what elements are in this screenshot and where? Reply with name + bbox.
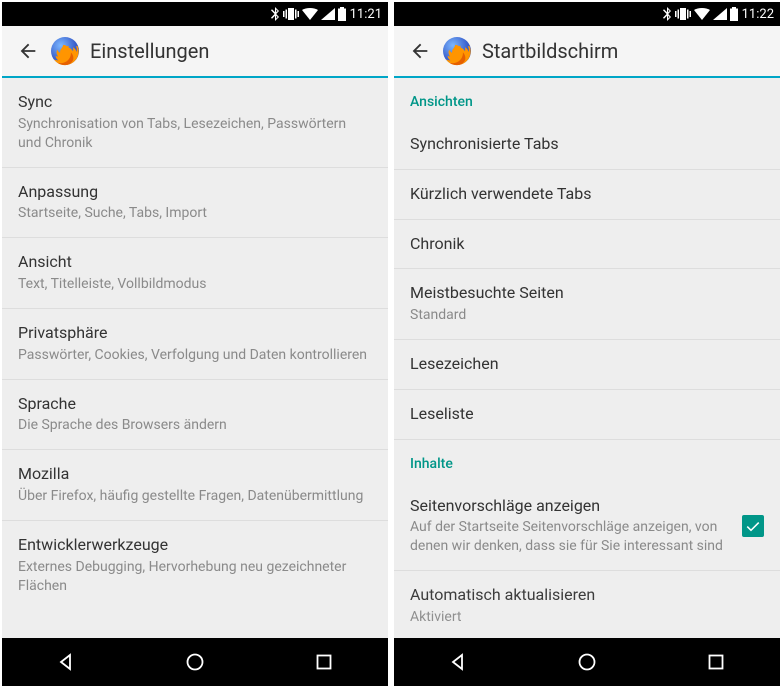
- nav-bar: [394, 638, 780, 686]
- back-button[interactable]: [14, 37, 42, 65]
- status-icons: [662, 7, 738, 21]
- action-bar: Startbildschirm: [394, 26, 780, 78]
- item-title: Anpassung: [18, 182, 372, 203]
- signal-icon: [713, 8, 727, 20]
- item-title: Chronik: [410, 234, 764, 255]
- firefox-logo: [50, 36, 80, 66]
- status-bar: 11:21: [2, 2, 388, 26]
- arrow-left-icon: [409, 40, 431, 62]
- content-item-seitenvorschlaege[interactable]: Seitenvorschläge anzeigen Auf der Starts…: [394, 482, 780, 572]
- item-title: Privatsphäre: [18, 323, 372, 344]
- page-title: Startbildschirm: [482, 39, 618, 63]
- settings-list: Sync Synchronisation von Tabs, Lesezeich…: [2, 78, 388, 638]
- section-header-inhalte: Inhalte: [394, 440, 780, 482]
- view-item-sync-tabs[interactable]: Synchronisierte Tabs: [394, 120, 780, 170]
- check-icon: [745, 518, 761, 534]
- settings-item-sprache[interactable]: Sprache Die Sprache des Browsers ändern: [2, 380, 388, 451]
- action-bar: Einstellungen: [2, 26, 388, 78]
- vibrate-icon: [675, 7, 691, 21]
- nav-recent-button[interactable]: [686, 642, 746, 682]
- view-item-chronik[interactable]: Chronik: [394, 220, 780, 270]
- circle-home-icon: [185, 652, 205, 672]
- triangle-back-icon: [448, 652, 468, 672]
- item-sub: Externes Debugging, Hervorhebung neu gez…: [18, 558, 372, 596]
- settings-item-ansicht[interactable]: Ansicht Text, Titelleiste, Vollbildmodus: [2, 238, 388, 309]
- item-sub: Passwörter, Cookies, Verfolgung und Date…: [18, 346, 372, 365]
- bluetooth-icon: [662, 7, 672, 21]
- square-recent-icon: [707, 653, 725, 671]
- item-title: Automatisch aktualisieren: [410, 585, 764, 606]
- item-title: Synchronisierte Tabs: [410, 134, 764, 155]
- homescreen-list: Ansichten Synchronisierte Tabs Kürzlich …: [394, 78, 780, 638]
- item-sub: Text, Titelleiste, Vollbildmodus: [18, 275, 372, 294]
- item-sub: Startseite, Suche, Tabs, Import: [18, 204, 372, 223]
- phone-right: 11:22 Startbildschirm Ansichten Synchron…: [394, 2, 780, 686]
- nav-home-button[interactable]: [165, 642, 225, 682]
- item-sub: Über Firefox, häufig gestellte Fragen, D…: [18, 487, 372, 506]
- square-recent-icon: [315, 653, 333, 671]
- nav-back-button[interactable]: [428, 642, 488, 682]
- wifi-icon: [302, 8, 318, 20]
- view-item-leseliste[interactable]: Leseliste: [394, 390, 780, 440]
- status-time: 11:21: [350, 7, 382, 22]
- nav-recent-button[interactable]: [294, 642, 354, 682]
- view-item-meistbesuchte[interactable]: Meistbesuchte Seiten Standard: [394, 269, 780, 340]
- bluetooth-icon: [270, 7, 280, 21]
- checkbox-seitenvorschlaege[interactable]: [742, 515, 764, 537]
- item-title: Sprache: [18, 394, 372, 415]
- view-item-recent-tabs[interactable]: Kürzlich verwendete Tabs: [394, 170, 780, 220]
- item-title: Mozilla: [18, 464, 372, 485]
- item-title: Entwicklerwerkzeuge: [18, 535, 372, 556]
- nav-back-button[interactable]: [36, 642, 96, 682]
- wifi-icon: [694, 8, 710, 20]
- phone-left: 11:21 Einstellungen Sync Synchronisation…: [2, 2, 388, 686]
- content-item-auto-update[interactable]: Automatisch aktualisieren Aktiviert: [394, 571, 780, 631]
- circle-home-icon: [577, 652, 597, 672]
- item-sub: Die Sprache des Browsers ändern: [18, 416, 372, 435]
- item-title: Seitenvorschläge anzeigen: [410, 496, 734, 517]
- item-sub: Aktiviert: [410, 608, 764, 627]
- settings-item-entwickler[interactable]: Entwicklerwerkzeuge Externes Debugging, …: [2, 521, 388, 610]
- section-header-ansichten: Ansichten: [394, 78, 780, 120]
- item-sub: Standard: [410, 306, 764, 325]
- view-item-lesezeichen[interactable]: Lesezeichen: [394, 340, 780, 390]
- page-title: Einstellungen: [90, 39, 209, 63]
- firefox-logo: [442, 36, 472, 66]
- settings-item-privatsphaere[interactable]: Privatsphäre Passwörter, Cookies, Verfol…: [2, 309, 388, 380]
- vibrate-icon: [283, 7, 299, 21]
- item-title: Lesezeichen: [410, 354, 764, 375]
- item-title: Sync: [18, 92, 372, 113]
- item-title: Leseliste: [410, 404, 764, 425]
- status-bar: 11:22: [394, 2, 780, 26]
- battery-icon: [730, 7, 738, 21]
- item-sub: Synchronisation von Tabs, Lesezeichen, P…: [18, 115, 372, 153]
- item-title: Meistbesuchte Seiten: [410, 283, 764, 304]
- settings-item-mozilla[interactable]: Mozilla Über Firefox, häufig gestellte F…: [2, 450, 388, 521]
- back-button[interactable]: [406, 37, 434, 65]
- triangle-back-icon: [56, 652, 76, 672]
- nav-bar: [2, 638, 388, 686]
- item-title: Kürzlich verwendete Tabs: [410, 184, 764, 205]
- item-title: Ansicht: [18, 252, 372, 273]
- settings-item-sync[interactable]: Sync Synchronisation von Tabs, Lesezeich…: [2, 78, 388, 168]
- item-sub: Auf der Startseite Seitenvorschläge anze…: [410, 518, 734, 556]
- battery-icon: [338, 7, 346, 21]
- settings-item-anpassung[interactable]: Anpassung Startseite, Suche, Tabs, Impor…: [2, 168, 388, 239]
- nav-home-button[interactable]: [557, 642, 617, 682]
- status-icons: [270, 7, 346, 21]
- arrow-left-icon: [17, 40, 39, 62]
- status-time: 11:22: [742, 7, 774, 22]
- signal-icon: [321, 8, 335, 20]
